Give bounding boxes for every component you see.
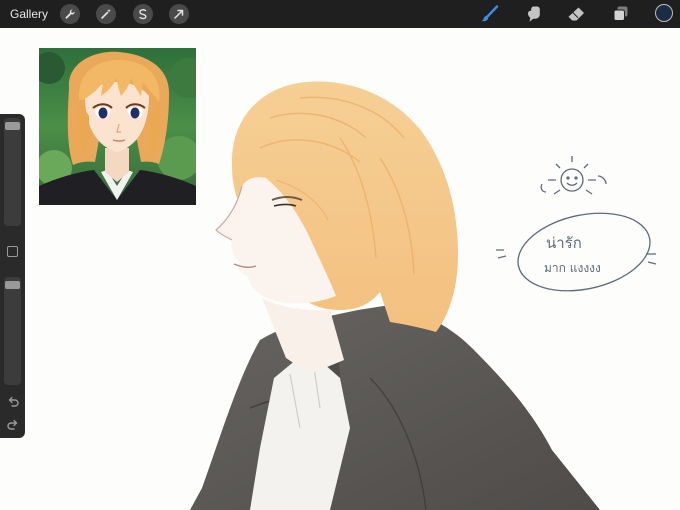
layers-icon[interactable] (611, 5, 631, 23)
eraser-icon[interactable] (566, 5, 586, 23)
top-toolbar: Gallery (0, 0, 680, 28)
modify-button[interactable] (7, 246, 18, 257)
brush-controls-sidebar (0, 114, 25, 438)
doodle-annotation: น่ารัก มาก แงงงง (496, 156, 657, 292)
color-picker-swatch[interactable] (655, 4, 673, 22)
brush-size-handle[interactable] (5, 122, 20, 130)
reference-image[interactable] (39, 48, 196, 205)
smudge-icon[interactable] (525, 5, 545, 23)
gallery-button[interactable]: Gallery (10, 7, 48, 21)
speech-bubble (517, 212, 651, 292)
redo-icon[interactable] (6, 418, 20, 432)
magic-wand-icon[interactable] (96, 4, 116, 24)
smiley-sun-icon (540, 156, 607, 195)
wrench-icon[interactable] (60, 4, 80, 24)
opacity-slider[interactable] (4, 277, 21, 385)
brush-size-slider[interactable] (4, 118, 21, 226)
opacity-handle[interactable] (5, 281, 20, 289)
brush-icon[interactable] (480, 5, 500, 23)
selection-icon[interactable] (133, 4, 153, 24)
undo-icon[interactable] (6, 395, 20, 409)
doodle-text-line2: มาก แงงงง (544, 261, 601, 275)
transform-arrow-icon[interactable] (169, 4, 189, 24)
doodle-text-line1: น่ารัก (546, 234, 582, 252)
